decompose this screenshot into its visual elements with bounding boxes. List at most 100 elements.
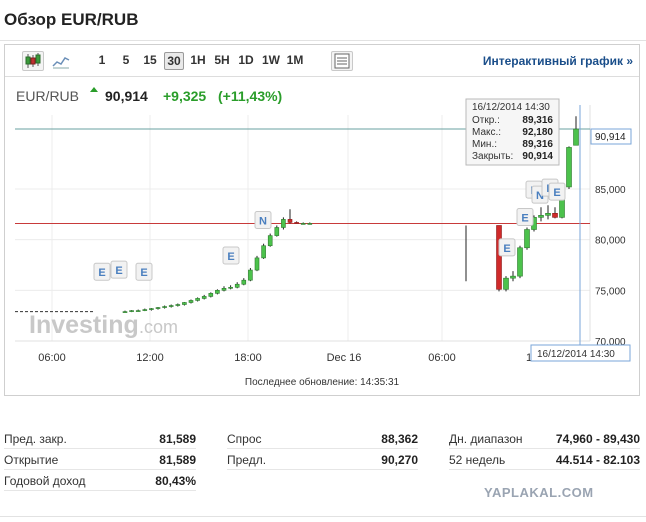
event-marker-label: E	[553, 187, 560, 199]
candle	[155, 307, 161, 309]
candle	[545, 213, 551, 216]
candle	[307, 223, 313, 225]
ohlc-tooltip: 16/12/2014 14:30 Откр.: 89,316 Макс.: 92…	[465, 98, 560, 166]
page-title: Обзор EUR/RUB	[4, 10, 139, 29]
candle	[228, 286, 233, 289]
candle	[215, 290, 220, 294]
candle	[129, 310, 134, 312]
tooltip-open-label: Откр.:	[472, 115, 500, 126]
stat-bid-value: 88,362	[381, 432, 418, 446]
stat-divider	[227, 448, 418, 449]
tooltip-open-value: 89,316	[522, 115, 553, 126]
candle	[122, 311, 128, 313]
candle	[566, 147, 572, 188]
stat-day-range-value: 74,960 - 89,430	[555, 432, 640, 446]
x-tick-label: 12:00	[136, 352, 164, 364]
y-tick-label: 75,000	[595, 286, 626, 297]
stat-open-value: 81,589	[159, 453, 196, 467]
x-axis: 06:00 12:00 18:00 Dec 16 06:00 1	[38, 352, 532, 364]
candle	[135, 310, 141, 312]
event-marker-label: E	[140, 267, 147, 279]
stat-prev-close-value: 81,589	[159, 432, 196, 446]
tooltip-datetime: 16/12/2014 14:30	[472, 102, 550, 113]
candle	[168, 305, 174, 307]
price-chart[interactable]: EUR/RUB 90,914 +9,325 (+11,43%) Investin…	[5, 45, 639, 395]
candle	[281, 219, 286, 228]
candle	[195, 298, 200, 301]
x-tick-label: 06:00	[38, 352, 66, 364]
candle	[573, 128, 579, 146]
stat-ask-label: Предл.	[227, 453, 267, 467]
candle	[241, 279, 247, 285]
candle	[294, 222, 299, 224]
candle	[287, 219, 293, 223]
title-divider	[0, 40, 646, 41]
up-arrow-icon	[90, 87, 98, 92]
stat-annual-return-value: 80,43%	[155, 474, 196, 488]
candle	[221, 288, 227, 291]
stat-day-range-label: Дн. диапазон	[449, 432, 523, 446]
x-tick-label: 06:00	[428, 352, 456, 364]
y-tick-label: 80,000	[595, 236, 626, 247]
candle	[538, 215, 544, 218]
candle	[517, 247, 523, 277]
tooltip-high-value: 92,180	[522, 127, 553, 138]
event-marker-label: E	[503, 243, 510, 255]
quote-symbol: EUR/RUB	[16, 88, 79, 104]
quote-price: 90,914	[105, 88, 148, 104]
stat-open-label: Открытие	[4, 453, 59, 467]
logo-suffix: .com	[139, 317, 178, 337]
candle	[552, 213, 558, 218]
tooltip-close-value: 90,914	[522, 151, 553, 162]
candle	[524, 229, 530, 249]
event-marker-label: E	[227, 251, 234, 263]
crosshair-label: 16/12/2014 14:30	[537, 349, 615, 360]
event-marker-label: N	[259, 216, 267, 228]
x-tick-label: Dec 16	[327, 352, 362, 364]
candle	[175, 304, 181, 306]
event-marker-label: E	[115, 265, 122, 277]
stat-divider	[449, 469, 640, 470]
event-marker-label: E	[98, 267, 105, 279]
bottom-divider	[0, 516, 646, 517]
candle	[510, 275, 516, 279]
stat-ask-value: 90,270	[381, 453, 418, 467]
candle	[142, 309, 148, 311]
logo-text: Investing	[29, 311, 139, 339]
y-tick-label: 85,000	[595, 185, 626, 196]
stat-divider	[4, 469, 196, 470]
chart-panel: 1 5 15 30 1H 5H 1D 1W 1M Интерактивный г…	[4, 44, 640, 396]
event-marker-label: E	[521, 212, 528, 224]
candle	[162, 306, 167, 308]
stat-divider	[227, 469, 418, 470]
stat-divider	[449, 448, 640, 449]
investing-logo: Investing .com	[29, 311, 178, 339]
y-axis: 85,00080,00075,00070,000	[595, 185, 626, 348]
quote-change: +9,325	[163, 88, 206, 104]
candle	[149, 308, 154, 310]
stat-bid-label: Спрос	[227, 432, 262, 446]
stat-52w-label: 52 недель	[449, 453, 506, 467]
candle	[208, 293, 214, 297]
candle	[234, 283, 240, 288]
site-watermark: YAPLAKAL.COM	[484, 485, 594, 500]
stat-divider	[4, 490, 196, 491]
candle	[274, 227, 280, 236]
candle	[254, 257, 260, 271]
candle	[267, 235, 273, 247]
stat-prev-close-label: Пред. закр.	[4, 432, 67, 446]
candle	[261, 245, 266, 259]
tooltip-low-value: 89,316	[522, 139, 553, 150]
quote-change-pct: (+11,43%)	[218, 88, 282, 104]
candle	[201, 296, 207, 299]
stat-annual-return-label: Годовой доход	[4, 474, 86, 488]
candle	[496, 225, 502, 290]
tooltip-high-label: Макс.:	[472, 127, 501, 138]
current-price-label: 90,914	[595, 132, 626, 143]
candle	[188, 300, 194, 303]
candle	[248, 269, 253, 281]
tooltip-close-label: Закрыть:	[472, 151, 513, 162]
last-updated: Последнее обновление: 14:35:31	[245, 376, 400, 388]
tooltip-low-label: Мин.:	[472, 139, 497, 150]
stat-52w-value: 44.514 - 82.103	[555, 453, 640, 467]
